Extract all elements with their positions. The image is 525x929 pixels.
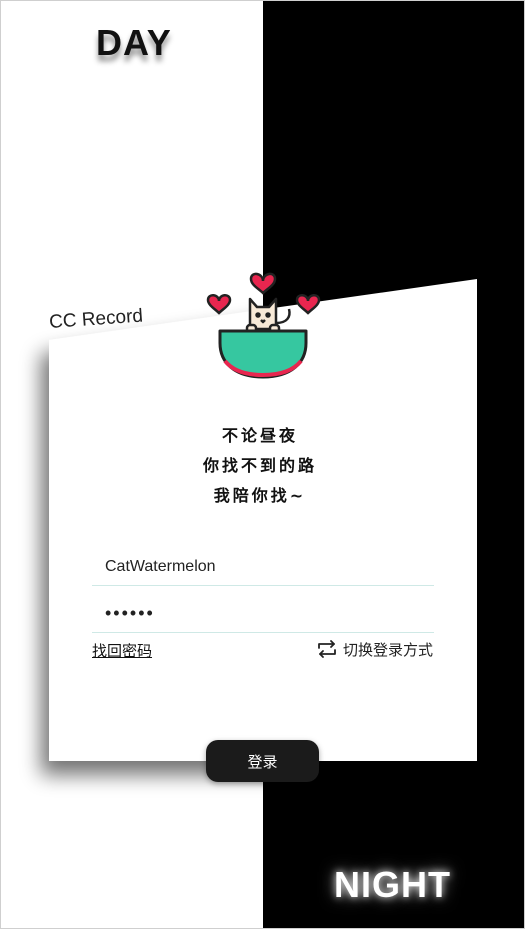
password-input[interactable]	[92, 595, 434, 633]
username-input[interactable]	[92, 548, 434, 586]
tagline-line-3: 我陪你找~	[213, 486, 307, 505]
night-label: NIGHT	[334, 864, 451, 905]
tagline-line-2: 你找不到的路	[202, 456, 317, 475]
forgot-password-link[interactable]: 找回密码	[92, 640, 152, 661]
switch-login-label: 切换登录方式	[342, 640, 433, 659]
day-label: DAY	[96, 22, 172, 63]
switch-login-method-button[interactable]: 切换登录方式	[315, 638, 433, 660]
tagline: 不论昼夜 你找不到的路 我陪你找~	[150, 421, 370, 511]
cat-in-bowl-with-hearts-icon	[203, 263, 323, 383]
tagline-line-1: 不论昼夜	[221, 426, 298, 445]
swap-arrows-icon	[315, 638, 339, 660]
login-button[interactable]: 登录	[206, 740, 319, 782]
